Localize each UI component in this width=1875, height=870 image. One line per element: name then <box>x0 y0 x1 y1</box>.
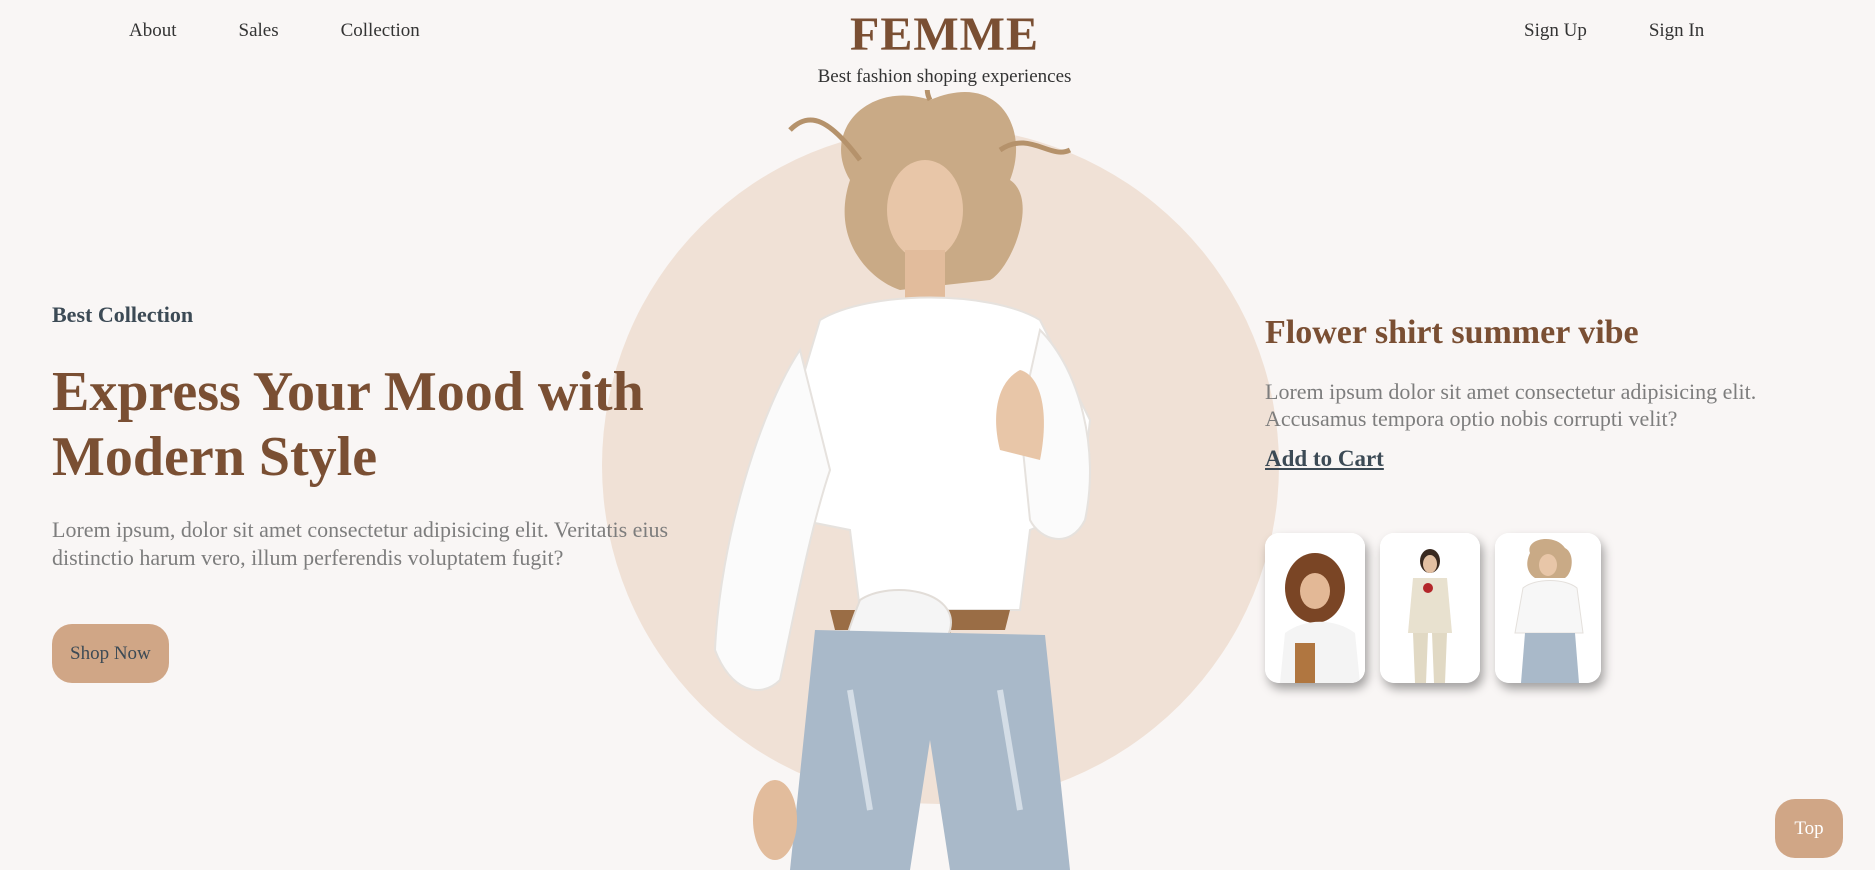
product-thumbnails <box>1265 533 1601 683</box>
back-to-top-button[interactable]: Top <box>1775 799 1843 858</box>
sign-up-link[interactable]: Sign Up <box>1524 20 1587 42</box>
hero-eyebrow: Best Collection <box>52 302 194 327</box>
hero-intro: Best Collection Express Your Mood with M… <box>52 302 692 683</box>
hero-headline: Express Your Mood with Modern Style <box>52 361 644 488</box>
thumbnail-white-shirt-model[interactable] <box>1495 533 1601 683</box>
landing-page: About Sales Collection FEMME Best fashio… <box>0 0 1875 870</box>
featured-product: Flower shirt summer vibe Lorem ipsum dol… <box>1265 314 1825 472</box>
add-to-cart-link[interactable]: Add to Cart <box>1265 446 1384 472</box>
shop-now-button[interactable]: Shop Now <box>52 624 169 683</box>
thumbnail-suit-model[interactable] <box>1380 533 1480 683</box>
thumbnail-curly-hair-model[interactable] <box>1265 533 1365 683</box>
product-title: Flower shirt summer vibe <box>1265 314 1639 351</box>
hero-model-image <box>713 90 1092 870</box>
sign-in-link[interactable]: Sign In <box>1649 20 1704 42</box>
brand-tagline: Best fashion shoping experiences <box>817 66 1072 87</box>
product-description: Lorem ipsum dolor sit amet consectetur a… <box>1265 379 1757 431</box>
account-nav: Sign Up Sign In <box>1524 20 1704 42</box>
hero-description: Lorem ipsum, dolor sit amet consectetur … <box>52 517 669 570</box>
